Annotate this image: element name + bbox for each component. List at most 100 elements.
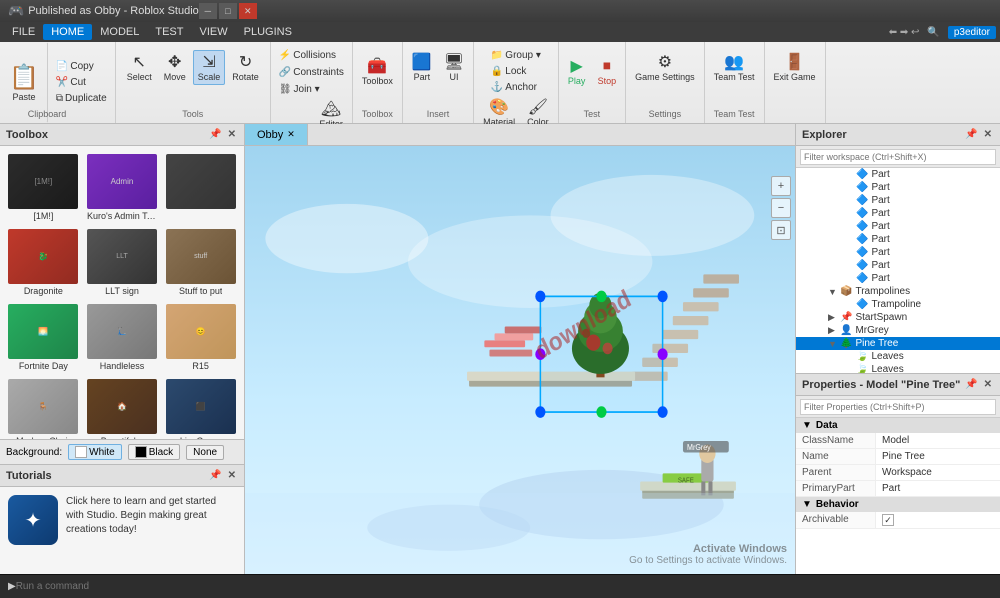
svg-text:MrGrey: MrGrey (687, 443, 711, 453)
viewport-zoom-in[interactable]: + (771, 176, 791, 196)
tutorials-content[interactable]: ✦ Click here to learn and get started wi… (0, 487, 244, 553)
bg-white-button[interactable]: White (68, 444, 122, 460)
prop-row-classname: ClassName Model (796, 433, 1000, 449)
tree-item-part-8[interactable]: 🔷 Part (796, 259, 1000, 272)
cut-button[interactable]: ✂️ Cut (52, 75, 111, 90)
explorer-close-icon[interactable]: ✕ (982, 129, 994, 140)
data-section-header[interactable]: ▼ Data (796, 418, 1000, 433)
prop-value-parent[interactable]: Workspace (876, 465, 1000, 480)
part-icon: 🔷 (856, 247, 868, 258)
properties-close-icon[interactable]: ✕ (982, 379, 994, 390)
toolbox-item[interactable]: 🌅 Fortnite Day (6, 302, 81, 373)
black-swatch (135, 446, 147, 458)
tree-item-part-3[interactable]: 🔷 Part (796, 194, 1000, 207)
part-button[interactable]: 🟦 Part (407, 50, 437, 85)
prop-value-archivable[interactable]: ✓ (876, 512, 1000, 528)
explorer-filter-input[interactable] (800, 149, 996, 165)
prop-value-name[interactable]: Pine Tree (876, 449, 1000, 464)
tutorials-close-icon[interactable]: ✕ (226, 470, 238, 481)
tutorials-pin-icon[interactable]: 📌 (207, 470, 223, 481)
bg-black-button[interactable]: Black (128, 444, 180, 460)
toolbox-item[interactable]: 😊 R15 (163, 302, 238, 373)
tree-item-part-5[interactable]: 🔷 Part (796, 220, 1000, 233)
tree-item-trampoline[interactable]: 🔷 Trampoline (796, 298, 1000, 311)
menu-home[interactable]: HOME (43, 24, 92, 40)
behavior-section-arrow: ▼ (802, 499, 812, 510)
toolbox-item[interactable]: ⬛ LiveGroup (163, 377, 238, 439)
toolbox-item[interactable] (163, 152, 238, 223)
tree-item-part-2[interactable]: 🔷 Part (796, 181, 1000, 194)
group-button[interactable]: 📁Group ▾ (487, 48, 545, 63)
run-command-input[interactable] (16, 581, 216, 592)
toolbox-thumb: LLT (87, 229, 157, 284)
viewport-zoom-out[interactable]: − (771, 198, 791, 218)
tree-item-pinetree[interactable]: ▼ 🌲 Pine Tree (796, 337, 1000, 350)
toolbox-item[interactable]: stuff Stuff to put (163, 227, 238, 298)
toolbox-item[interactable]: 🪑 Modern Chair (6, 377, 81, 439)
close-button[interactable]: ✕ (239, 3, 257, 19)
toolbox-ribbon-button[interactable]: 🧰 Toolbox (357, 54, 398, 89)
maximize-button[interactable]: □ (219, 3, 237, 19)
bg-none-button[interactable]: None (186, 445, 224, 460)
toolbox-item[interactable]: 🛴 Handleless (85, 302, 160, 373)
toolbox-pin-icon[interactable]: 📌 (207, 129, 223, 140)
viewport-tab-bar: Obby ✕ (245, 124, 795, 146)
play-button[interactable]: ▶ Play (563, 54, 591, 89)
rotate-button[interactable]: ↻ Rotate (227, 50, 264, 85)
team-test-button[interactable]: 👥 Team Test (709, 50, 760, 85)
viewport-tab-obby[interactable]: Obby ✕ (245, 124, 308, 145)
minimize-button[interactable]: ─ (199, 3, 217, 19)
toolbox-section-label: Toolbox (362, 107, 393, 119)
tree-item-part-1[interactable]: 🔷 Part (796, 168, 1000, 181)
tree-item-mrgrey[interactable]: ▶ 👤 MrGrey (796, 324, 1000, 337)
archivable-checkbox[interactable]: ✓ (882, 514, 894, 526)
game-settings-button[interactable]: ⚙ Game Settings (630, 50, 700, 85)
tree-item-leaves-1[interactable]: 🍃 Leaves (796, 350, 1000, 363)
viewport[interactable]: Obby ✕ (245, 124, 795, 574)
menu-file[interactable]: FILE (4, 24, 43, 40)
ui-button[interactable]: 🖥 UI (439, 50, 469, 85)
properties-filter-input[interactable] (800, 399, 996, 415)
tree-item-trampolines[interactable]: ▼ 📦 Trampolines (796, 285, 1000, 298)
select-button[interactable]: ↖ Select (122, 50, 157, 85)
tree-item-part-7[interactable]: 🔷 Part (796, 246, 1000, 259)
menu-view[interactable]: VIEW (191, 24, 235, 40)
tree-item-part-4[interactable]: 🔷 Part (796, 207, 1000, 220)
explorer-pin-icon[interactable]: 📌 (963, 129, 979, 140)
lock-button[interactable]: 🔒Lock (487, 64, 545, 79)
toolbox-item[interactable]: Admin Kuro's Admin Test (85, 152, 160, 223)
tree-item-startspawn[interactable]: ▶ 📌 StartSpawn (796, 311, 1000, 324)
toolbox-item[interactable]: 🐉 Dragonite (6, 227, 81, 298)
constraints-button[interactable]: 🔗 Constraints (275, 65, 348, 80)
anchor-button[interactable]: ⚓Anchor (487, 80, 545, 95)
viewport-tab-close[interactable]: ✕ (287, 129, 295, 140)
join-button[interactable]: ⛓ Join ▾ (275, 82, 348, 97)
tree-item-part-6[interactable]: 🔷 Part (796, 233, 1000, 246)
prop-row-primarypart: PrimaryPart Part (796, 481, 1000, 497)
copy-button[interactable]: 📄 Copy (52, 59, 111, 74)
collisions-button[interactable]: ⚡ Collisions (275, 48, 348, 63)
tree-item-leaves-2[interactable]: 🍃 Leaves (796, 363, 1000, 373)
ribbon-toolbox-section: 🧰 Toolbox Toolbox (353, 42, 403, 123)
toolbox-close-icon[interactable]: ✕ (226, 129, 238, 140)
move-button[interactable]: ✥ Move (159, 50, 191, 85)
behavior-section-header[interactable]: ▼ Behavior (796, 497, 1000, 512)
menu-model[interactable]: MODEL (92, 24, 147, 40)
toolbox-item[interactable]: 🏠 Beautiful... (85, 377, 160, 439)
scene-svg: SAFE MrGrey download (245, 146, 795, 574)
prop-value-primarypart[interactable]: Part (876, 481, 1000, 496)
scale-button[interactable]: ⇲ Scale (193, 50, 226, 85)
exit-game-button[interactable]: 🚪 Exit Game (769, 50, 821, 85)
viewport-reset[interactable]: ⊡ (771, 220, 791, 240)
background-label: Background: (6, 447, 62, 458)
toolbox-item[interactable]: [1M!] [1M!] (6, 152, 81, 223)
tree-item-part-9[interactable]: 🔷 Part (796, 272, 1000, 285)
properties-pin-icon[interactable]: 📌 (963, 379, 979, 390)
menu-test[interactable]: TEST (147, 24, 191, 40)
prop-value-classname[interactable]: Model (876, 433, 1000, 448)
duplicate-button[interactable]: ⧉ Duplicate (52, 91, 111, 106)
clipboard-label: Clipboard (2, 109, 92, 119)
menu-plugins[interactable]: PLUGINS (236, 24, 300, 40)
stop-button[interactable]: ⏹ Stop (593, 54, 622, 89)
toolbox-item[interactable]: LLT LLT sign (85, 227, 160, 298)
